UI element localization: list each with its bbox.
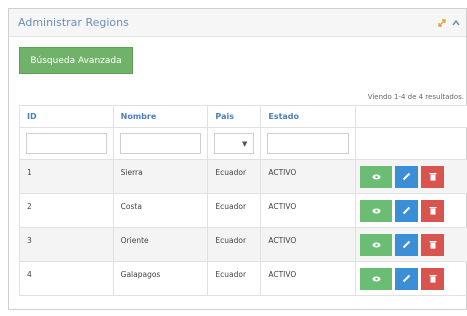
expand-icon[interactable] (436, 17, 448, 29)
pencil-icon (402, 206, 411, 215)
caret-down-icon: ▼ (241, 140, 248, 148)
trash-icon (429, 207, 437, 215)
eye-icon (372, 276, 381, 281)
delete-button[interactable] (421, 267, 445, 290)
cell-pais: Ecuador (207, 261, 262, 296)
regions-panel: Administrar Regions Búsqueda Avanzada Vi… (8, 8, 467, 310)
trash-icon (429, 241, 437, 249)
eye-icon (372, 242, 381, 247)
panel-header: Administrar Regions (9, 9, 466, 37)
cell-id: 4 (19, 261, 114, 296)
trash-icon (429, 275, 437, 283)
edit-button[interactable] (395, 165, 419, 188)
view-button[interactable] (360, 199, 393, 222)
pencil-icon (402, 240, 411, 249)
table-header-row: ID Nombre Pais Estado (19, 105, 467, 128)
cell-nombre: Oriente (112, 227, 209, 262)
filter-id-input[interactable] (26, 133, 107, 154)
cell-id: 2 (19, 193, 114, 228)
cell-estado: ACTIVO (260, 227, 357, 262)
eye-icon (372, 174, 381, 179)
cell-nombre: Sierra (112, 159, 209, 194)
filter-row: ▼ (19, 127, 467, 160)
cell-estado: ACTIVO (260, 261, 357, 296)
filter-pais-select[interactable]: ▼ (214, 133, 255, 154)
cell-pais: Ecuador (207, 193, 262, 228)
column-header-actions (355, 105, 467, 128)
cell-id: 1 (19, 159, 114, 194)
view-button[interactable] (360, 233, 393, 256)
trash-icon (429, 173, 437, 181)
cell-nombre: Galapagos (112, 261, 209, 296)
delete-button[interactable] (421, 199, 445, 222)
regions-table: ID Nombre Pais Estado ▼ 1 Sierra Ecuador… (19, 105, 467, 296)
eye-icon (372, 208, 381, 213)
table-row: 2 Costa Ecuador ACTIVO (19, 193, 467, 228)
cell-estado: ACTIVO (260, 193, 357, 228)
column-header-pais[interactable]: Pais (207, 105, 262, 128)
cell-pais: Ecuador (207, 227, 262, 262)
pencil-icon (402, 172, 411, 181)
cell-id: 3 (19, 227, 114, 262)
filter-estado-input[interactable] (267, 133, 350, 154)
table-row: 1 Sierra Ecuador ACTIVO (19, 159, 467, 194)
table-row: 3 Oriente Ecuador ACTIVO (19, 227, 467, 262)
view-button[interactable] (360, 165, 393, 188)
panel-title: Administrar Regions (18, 16, 129, 29)
filter-nombre-input[interactable] (119, 133, 202, 154)
delete-button[interactable] (421, 233, 445, 256)
pencil-icon (402, 274, 411, 283)
delete-button[interactable] (421, 165, 445, 188)
chevron-up-icon[interactable] (450, 17, 462, 29)
advanced-search-button[interactable]: Búsqueda Avanzada (19, 47, 133, 74)
cell-estado: ACTIVO (260, 159, 357, 194)
column-header-estado[interactable]: Estado (260, 105, 357, 128)
results-summary: Viendo 1-4 de 4 resultados. (367, 93, 464, 101)
table-row: 4 Galapagos Ecuador ACTIVO (19, 261, 467, 296)
panel-tools (436, 17, 462, 29)
edit-button[interactable] (395, 199, 419, 222)
cell-nombre: Costa (112, 193, 209, 228)
edit-button[interactable] (395, 267, 419, 290)
cell-pais: Ecuador (207, 159, 262, 194)
column-header-nombre[interactable]: Nombre (112, 105, 209, 128)
edit-button[interactable] (395, 233, 419, 256)
view-button[interactable] (360, 267, 393, 290)
column-header-id[interactable]: ID (19, 105, 114, 128)
